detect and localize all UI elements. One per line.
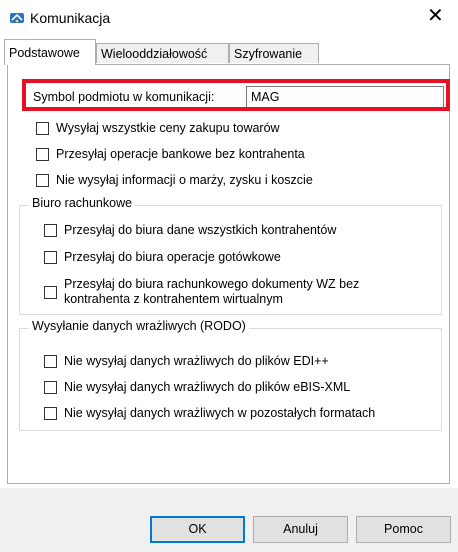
- label-dokumenty-wz-line2: kontrahenta z kontrahentem wirtualnym: [64, 292, 283, 306]
- tab-szyfrowanie[interactable]: Szyfrowanie: [229, 43, 319, 63]
- checkbox-wszyscy-kontrahenci[interactable]: [44, 224, 57, 237]
- label-ceny-zakupu: Wysyłaj wszystkie ceny zakupu towarów: [56, 121, 280, 135]
- komunikacja-app-icon: [10, 13, 24, 23]
- title-bar: Komunikacja ✕: [0, 0, 458, 34]
- label-pozostale-formaty: Nie wysyłaj danych wrażliwych w pozostał…: [64, 406, 376, 420]
- checkbox-operacje-gotowkowe[interactable]: [44, 251, 57, 264]
- checkbox-dokumenty-wz[interactable]: [44, 286, 57, 299]
- group-rodo-title: Wysyłanie danych wrażliwych (RODO): [29, 319, 249, 333]
- checkbox-pozostale-formaty[interactable]: [44, 407, 57, 420]
- label-operacje-bankowe: Przesyłaj operacje bankowe bez kontrahen…: [56, 147, 305, 161]
- highlight-frame: [22, 79, 450, 111]
- label-marza-zysk: Nie wysyłaj informacji o marży, zysku i …: [56, 173, 313, 187]
- checkbox-operacje-bankowe[interactable]: [36, 148, 49, 161]
- label-ebis-xml: Nie wysyłaj danych wrażliwych do plików …: [64, 380, 351, 394]
- tab-podstawowe[interactable]: Podstawowe: [4, 39, 96, 65]
- label-operacje-gotowkowe: Przesyłaj do biura operacje gotówkowe: [64, 250, 281, 264]
- checkbox-ebis-xml[interactable]: [44, 381, 57, 394]
- checkbox-marza-zysk[interactable]: [36, 174, 49, 187]
- label-dokumenty-wz-line1: Przesyłaj do biura rachunkowego dokument…: [64, 277, 360, 291]
- help-button[interactable]: Pomoc: [356, 516, 451, 543]
- label-wszyscy-kontrahenci: Przesyłaj do biura dane wszystkich kontr…: [64, 223, 337, 237]
- tab-wielooddzialowosc[interactable]: Wielooddziałowość: [96, 43, 229, 63]
- cancel-button[interactable]: Anuluj: [253, 516, 348, 543]
- ok-button[interactable]: OK: [150, 516, 245, 543]
- checkbox-edi[interactable]: [44, 355, 57, 368]
- group-biuro-title: Biuro rachunkowe: [29, 196, 136, 210]
- label-edi: Nie wysyłaj danych wrażliwych do plików …: [64, 354, 329, 368]
- checkbox-ceny-zakupu[interactable]: [36, 122, 49, 135]
- close-icon[interactable]: ✕: [427, 6, 444, 26]
- window-title: Komunikacja: [30, 10, 111, 26]
